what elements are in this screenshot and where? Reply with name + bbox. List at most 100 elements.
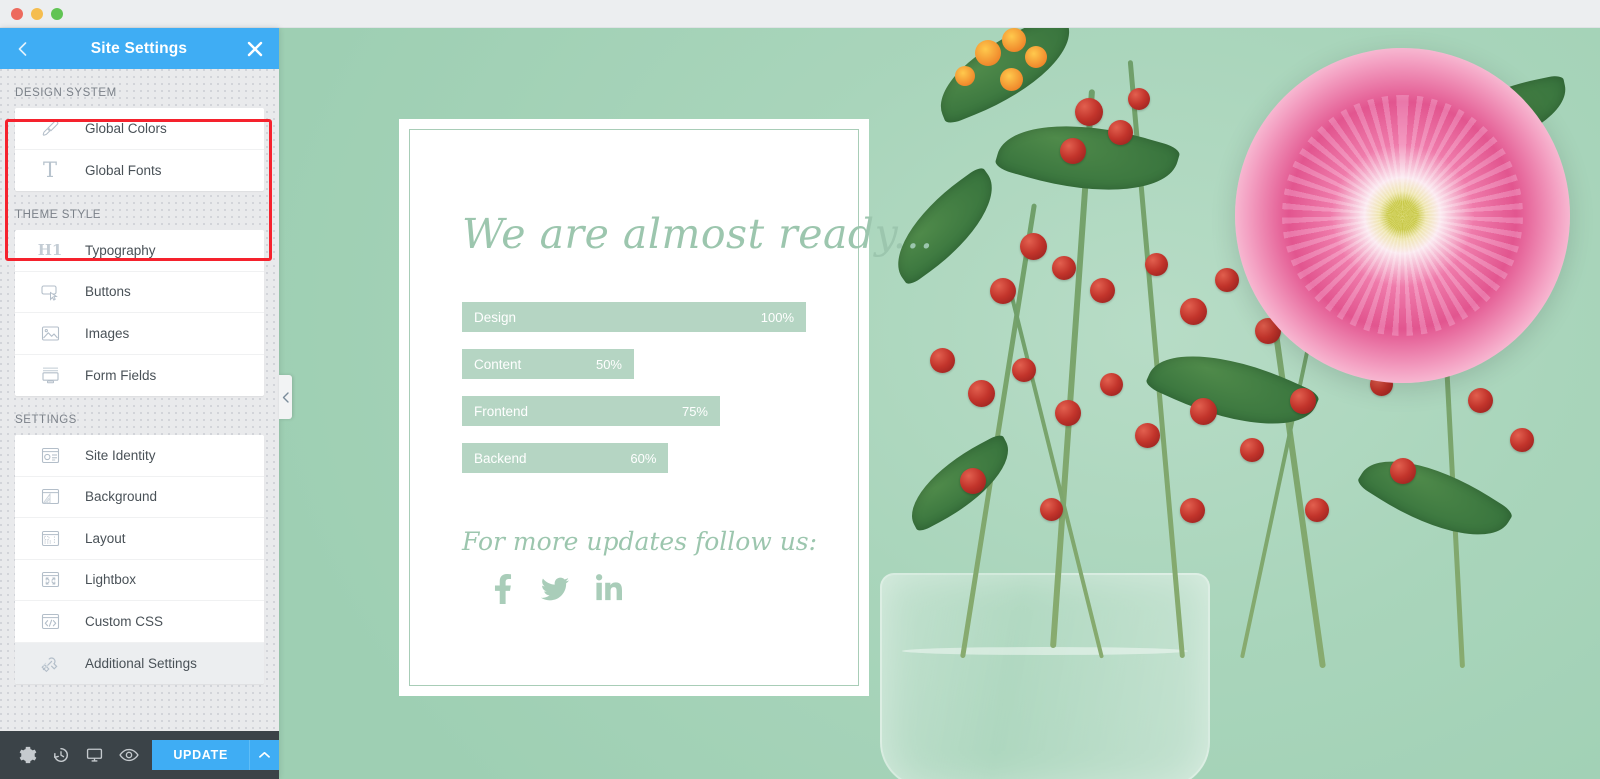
card-inner-border: We are almost ready... Design 100% Conte… bbox=[409, 129, 934, 686]
berry bbox=[1100, 373, 1123, 396]
history-icon[interactable] bbox=[45, 731, 79, 779]
sidebar-item-label: Additional Settings bbox=[85, 655, 197, 671]
berry bbox=[1390, 458, 1416, 484]
progress-label: Design bbox=[474, 309, 517, 325]
sidebar-item-lightbox[interactable]: Lightbox bbox=[15, 560, 264, 601]
sidebar-item-label: Global Fonts bbox=[85, 162, 162, 178]
layout-icon bbox=[37, 526, 63, 550]
berry bbox=[1052, 256, 1076, 280]
sidebar-item-label: Images bbox=[85, 325, 130, 341]
sidebar-item-site-identity[interactable]: Site Identity bbox=[15, 435, 264, 477]
update-options-button[interactable] bbox=[248, 740, 279, 770]
orange-flower bbox=[1025, 46, 1047, 68]
sidebar-item-global-fonts[interactable]: T Global Fonts bbox=[15, 150, 264, 192]
section-label-theme-style: THEME STYLE bbox=[15, 209, 101, 221]
orange-flower bbox=[955, 66, 975, 86]
pink-gerbera-flower bbox=[1235, 48, 1570, 383]
window-minimize-button[interactable] bbox=[31, 7, 43, 20]
sidebar-item-background[interactable]: Background bbox=[15, 477, 264, 518]
progress-bar-list: Design 100% Content 50% Frontend 75% Bac… bbox=[462, 302, 806, 473]
sidebar-item-images[interactable]: Images bbox=[15, 313, 264, 355]
twitter-icon[interactable] bbox=[541, 574, 569, 609]
progress-bar-content: Content 50% bbox=[462, 349, 634, 379]
berry bbox=[1305, 498, 1329, 522]
window-titlebar bbox=[0, 0, 1600, 28]
sidebar-item-label: Typography bbox=[85, 242, 156, 258]
berry bbox=[1240, 438, 1264, 462]
update-button[interactable]: UPDATE bbox=[152, 740, 249, 770]
berry bbox=[1190, 398, 1217, 425]
sidebar-item-label: Buttons bbox=[85, 284, 131, 300]
sidebar-item-global-colors[interactable]: Global Colors bbox=[15, 108, 264, 150]
chevron-left-icon bbox=[18, 41, 27, 56]
tools-icon bbox=[37, 651, 63, 675]
sidebar-item-label: Custom CSS bbox=[85, 613, 164, 629]
sidebar-item-label: Form Fields bbox=[85, 367, 157, 383]
page-headline: We are almost ready... bbox=[462, 210, 934, 258]
code-icon bbox=[37, 609, 63, 633]
progress-row: Design 100% bbox=[462, 302, 806, 332]
berry bbox=[1145, 253, 1168, 276]
responsive-monitor-icon[interactable] bbox=[78, 731, 112, 779]
orange-flower bbox=[1002, 28, 1026, 52]
sidebar-item-buttons[interactable]: Buttons bbox=[15, 272, 264, 313]
facebook-icon[interactable] bbox=[492, 574, 514, 609]
berry bbox=[1128, 88, 1150, 110]
berry bbox=[1215, 268, 1239, 292]
progress-label: Frontend bbox=[474, 403, 529, 419]
sidebar-item-label: Site Identity bbox=[85, 447, 156, 463]
berry bbox=[1468, 388, 1493, 413]
progress-row: Frontend 75% bbox=[462, 396, 806, 426]
berry bbox=[990, 278, 1016, 304]
sidebar-item-label: Lightbox bbox=[85, 572, 137, 588]
progress-percent: 60% bbox=[630, 450, 657, 466]
berry bbox=[968, 380, 995, 407]
sidebar-item-label: Layout bbox=[85, 530, 126, 546]
sidebar-item-label: Global Colors bbox=[85, 120, 167, 136]
window-maximize-button[interactable] bbox=[51, 7, 63, 20]
image-icon bbox=[37, 321, 63, 345]
panel-header: Site Settings bbox=[0, 28, 279, 69]
progress-row: Backend 60% bbox=[462, 443, 806, 473]
t-glyph: T bbox=[42, 157, 57, 182]
berry bbox=[1012, 358, 1036, 382]
update-button-group: UPDATE bbox=[152, 740, 279, 770]
preview-eye-icon[interactable] bbox=[112, 731, 146, 779]
paintbrush-icon bbox=[37, 116, 63, 140]
site-identity-icon bbox=[37, 443, 63, 467]
section-label-settings: SETTINGS bbox=[15, 414, 77, 426]
orange-flower bbox=[1000, 68, 1023, 91]
berry bbox=[1180, 498, 1205, 523]
heading-h1-icon: H1 bbox=[37, 238, 63, 262]
social-links bbox=[462, 574, 806, 609]
panel-scroll-area[interactable]: DESIGN SYSTEM Global Colors T Global Fon… bbox=[0, 69, 279, 731]
panel-back-button[interactable] bbox=[13, 39, 33, 59]
sidebar-item-additional-settings[interactable]: Additional Settings bbox=[15, 642, 264, 684]
section-design-system: Global Colors T Global Fonts bbox=[15, 108, 264, 191]
sidebar-item-form-fields[interactable]: Form Fields bbox=[15, 355, 264, 397]
sidebar-item-custom-css[interactable]: Custom CSS bbox=[15, 601, 264, 643]
panel-close-button[interactable] bbox=[245, 39, 265, 59]
linkedin-icon[interactable] bbox=[596, 574, 622, 609]
sidebar-item-label: Background bbox=[85, 489, 158, 505]
progress-percent: 50% bbox=[595, 356, 622, 372]
coming-soon-card: We are almost ready... Design 100% Conte… bbox=[399, 119, 934, 696]
progress-percent: 100% bbox=[760, 309, 794, 325]
panel-title: Site Settings bbox=[90, 39, 188, 57]
berry bbox=[1135, 423, 1160, 448]
berry bbox=[960, 468, 986, 494]
typography-t-icon: T bbox=[37, 158, 63, 182]
sidebar-item-layout[interactable]: Layout bbox=[15, 518, 264, 560]
panel-collapse-handle[interactable] bbox=[279, 375, 292, 419]
berry bbox=[1180, 298, 1207, 325]
section-settings: Site Identity Background Layout Lightbox… bbox=[15, 435, 264, 684]
background-icon bbox=[37, 485, 63, 509]
panel-footer-toolbar: UPDATE bbox=[0, 731, 279, 779]
window-close-button[interactable] bbox=[11, 7, 23, 20]
progress-bar-frontend: Frontend 75% bbox=[462, 396, 720, 426]
gear-icon[interactable] bbox=[11, 731, 45, 779]
berry bbox=[1020, 233, 1047, 260]
berry bbox=[1055, 400, 1081, 426]
progress-row: Content 50% bbox=[462, 349, 806, 379]
sidebar-item-typography[interactable]: H1 Typography bbox=[15, 230, 264, 272]
